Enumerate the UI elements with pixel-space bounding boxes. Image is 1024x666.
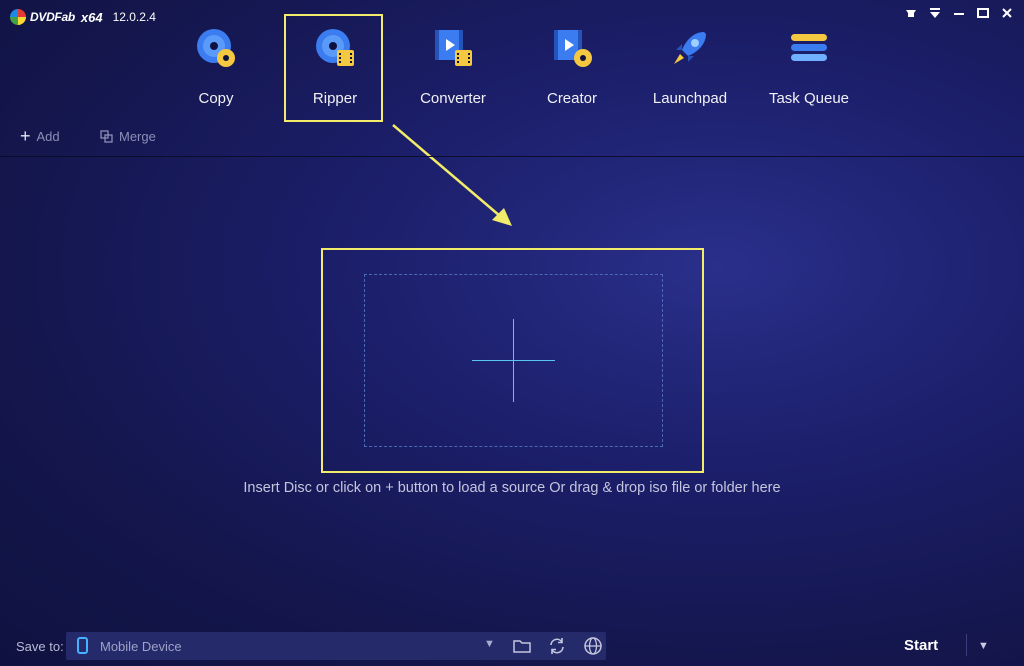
dropdown-icon[interactable]: [928, 6, 942, 20]
merge-icon: [100, 130, 113, 143]
rocket-icon: [668, 26, 712, 70]
disc-copy-icon: [194, 26, 238, 70]
app-version: 12.0.2.4: [112, 10, 156, 24]
toolbar-divider: [0, 156, 1024, 157]
settings-icon[interactable]: [904, 6, 918, 20]
save-to-label: Save to:: [16, 639, 64, 654]
module-label: Copy: [198, 90, 234, 107]
mobile-phone-icon: [77, 637, 88, 654]
maximize-icon[interactable]: [976, 6, 990, 20]
ripper-highlight-box: [284, 14, 383, 122]
start-options-chevron-icon[interactable]: ▼: [978, 640, 989, 652]
folder-icon[interactable]: [512, 636, 532, 656]
window-controls: [904, 6, 1014, 20]
module-label: Creator: [546, 90, 598, 107]
module-creator[interactable]: Creator: [524, 26, 620, 112]
video-converter-icon: [431, 26, 475, 70]
dropzone-hint: Insert Disc or click on + button to load…: [243, 480, 781, 496]
save-to-value: Mobile Device: [100, 639, 182, 654]
plus-icon: +: [20, 126, 31, 146]
module-label: Converter: [420, 90, 486, 107]
brand-arch: x64: [80, 9, 103, 25]
brand: DVDFab x64 12.0.2.4: [10, 8, 156, 26]
video-creator-icon: [550, 26, 594, 70]
merge-button[interactable]: Merge: [100, 129, 156, 144]
minimize-icon[interactable]: [952, 6, 966, 20]
module-launchpad[interactable]: Launchpad: [642, 26, 738, 112]
start-button[interactable]: Start: [904, 637, 938, 654]
globe-icon[interactable]: [583, 636, 603, 656]
refresh-icon[interactable]: [547, 636, 567, 656]
brand-name: DVDFab: [30, 10, 75, 24]
merge-label: Merge: [119, 129, 156, 144]
module-converter[interactable]: Converter: [405, 26, 501, 112]
add-button[interactable]: + Add: [20, 126, 60, 146]
module-label: Task Queue: [768, 90, 850, 107]
dvdfab-logo-icon: [10, 9, 26, 25]
module-task-queue[interactable]: Task Queue: [761, 26, 857, 112]
module-label: Launchpad: [652, 90, 728, 107]
add-label: Add: [36, 129, 60, 144]
add-source-icon-vertical[interactable]: [513, 319, 514, 402]
task-queue-icon: [787, 26, 831, 70]
chevron-down-icon[interactable]: ▼: [484, 638, 495, 650]
close-icon[interactable]: [1000, 6, 1014, 20]
module-copy[interactable]: Copy: [168, 26, 264, 112]
start-divider: [966, 634, 967, 656]
annotation-arrow: [392, 124, 512, 226]
